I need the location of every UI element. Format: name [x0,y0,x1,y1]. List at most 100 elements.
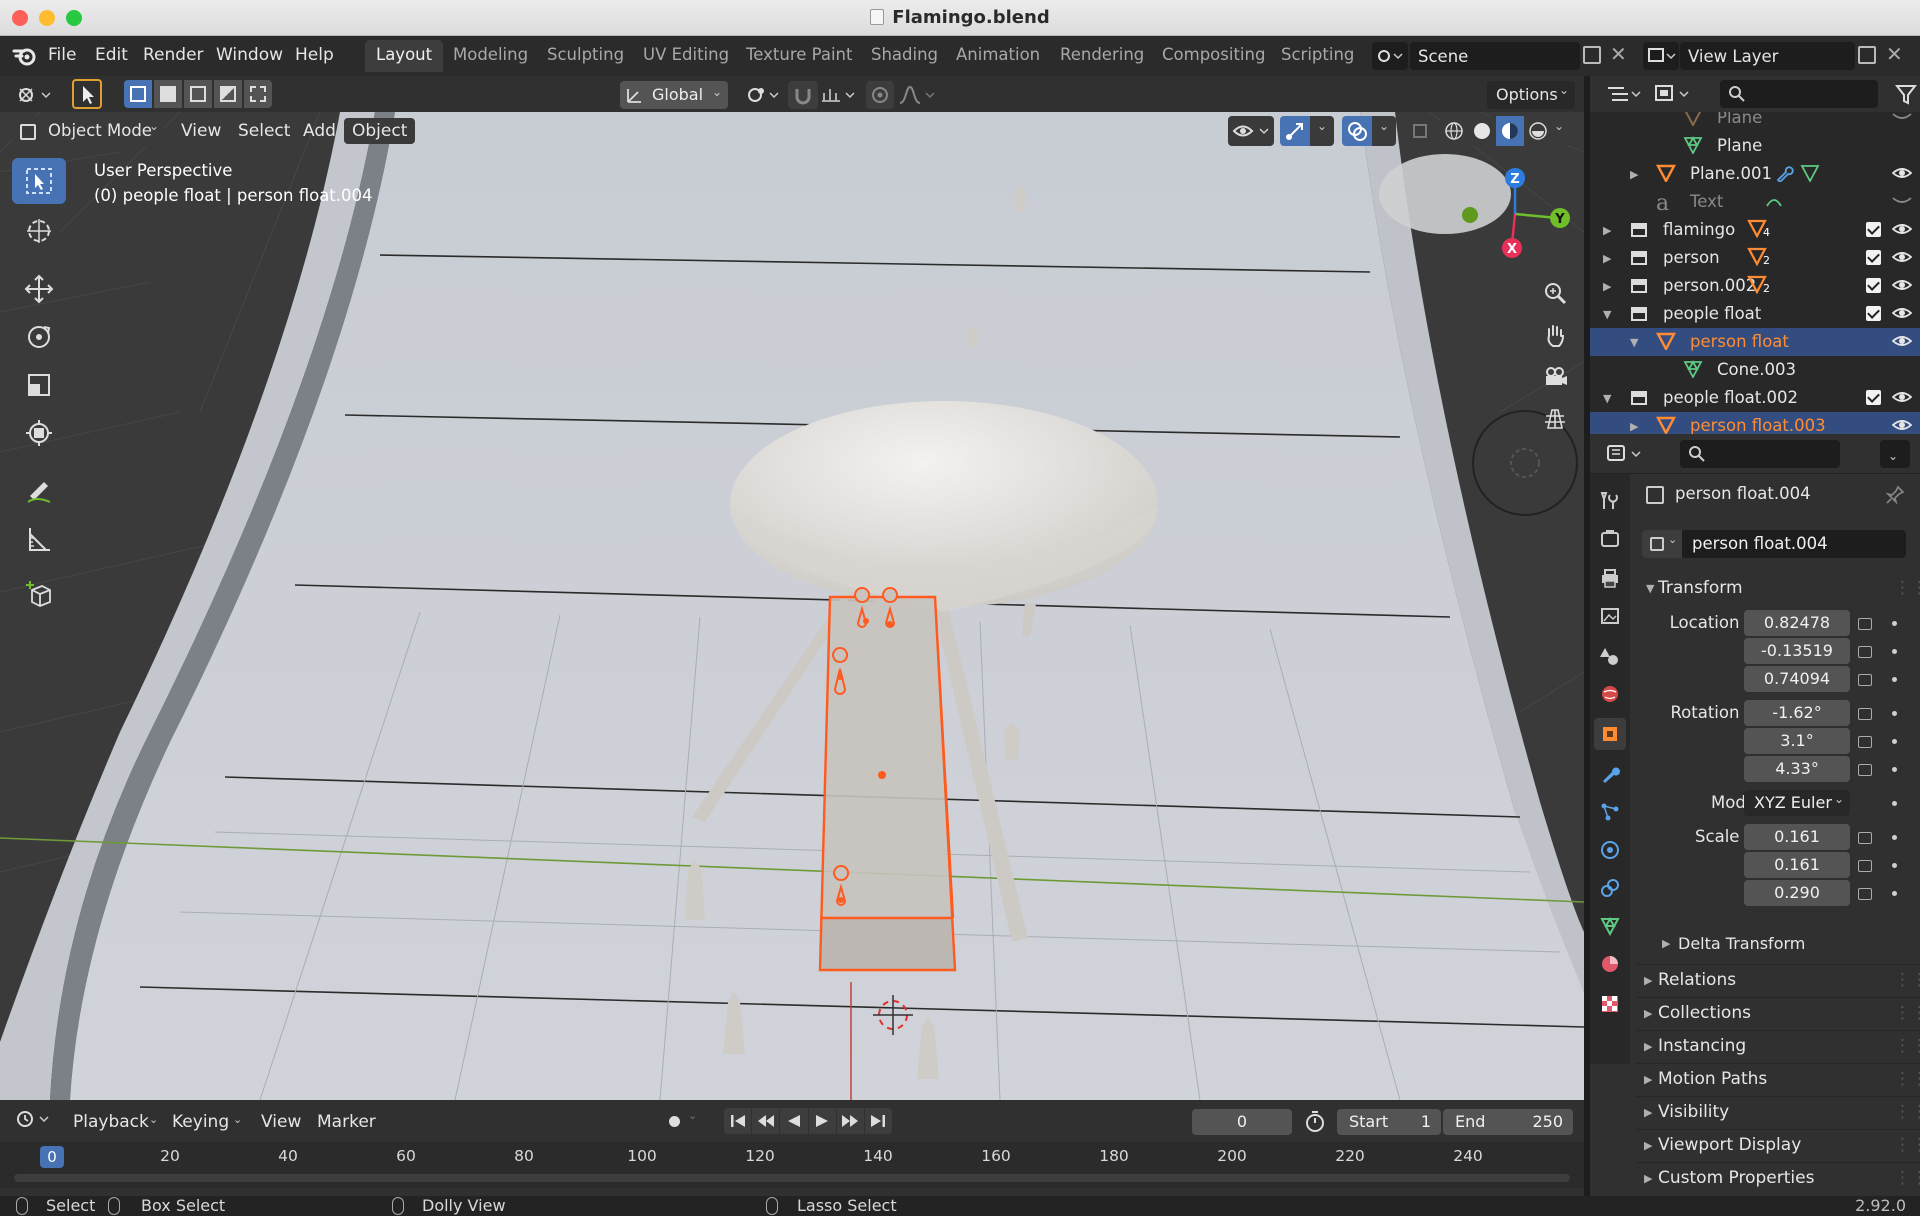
rotation-x-field[interactable]: -1.62° [1744,700,1850,726]
visibility-dropdown[interactable] [1228,116,1274,146]
select-extend-button[interactable] [154,80,182,108]
keyframe-dot-icon[interactable] [1892,677,1897,682]
zoom-view-button[interactable] [1535,273,1575,313]
lock-icon[interactable] [1858,888,1872,900]
lock-icon[interactable] [1858,764,1872,776]
delta-transform-subpanel[interactable]: ▶ Delta Transform [1658,930,1920,958]
lock-icon[interactable] [1858,860,1872,872]
3d-viewport[interactable]: Z Y X Object Mode ⌄ View Select Add Obje… [0,112,1584,1100]
outliner-row[interactable]: Cone.003 [1590,356,1920,384]
expanded-triangle-icon[interactable]: ▶ [1630,420,1638,433]
timeline-playback-menu[interactable]: Playback [65,1109,157,1135]
exclude-checkbox[interactable] [1866,306,1881,321]
outliner-row[interactable]: ▶ flamingo 4 [1590,216,1920,244]
select-difference-button[interactable] [214,80,242,108]
prev-keyframe-button[interactable] [752,1108,780,1134]
tab-output[interactable] [1594,562,1626,594]
scale-tool[interactable] [12,362,66,408]
wireframe-shading-button[interactable] [1440,116,1468,146]
pin-icon[interactable] [1884,484,1906,506]
drag-handle-icon[interactable]: ⋮⋮ [1894,1135,1920,1155]
object-mode-dropdown[interactable]: Object Mode ⌄ [12,116,164,146]
tab-rendering[interactable]: Rendering [1049,40,1155,72]
proportional-editing-toggle[interactable] [866,81,894,109]
transform-tool[interactable] [12,410,66,456]
active-tool-button[interactable] [72,79,102,109]
drag-handle-icon[interactable]: ⋮⋮ [1894,1102,1920,1122]
gizmo-options-dropdown[interactable]: ⌄ [1310,116,1334,146]
remove-view-layer-icon[interactable]: ✕ [1886,42,1903,66]
drag-handle-icon[interactable]: ⋮⋮ [1894,1069,1920,1089]
lock-icon[interactable] [1858,618,1872,630]
snap-target-dropdown[interactable] [818,81,858,109]
tab-texture-paint[interactable]: Texture Paint [735,40,863,72]
transform-orientation-dropdown[interactable]: Global ⌄ [620,81,728,109]
tab-material[interactable] [1594,948,1626,980]
keyframe-dot-icon[interactable] [1892,739,1897,744]
tab-view-layer[interactable] [1594,600,1626,632]
outliner-row[interactable]: Plane [1590,132,1920,160]
outliner-row[interactable]: ▼ people float.002 [1590,384,1920,412]
rotation-y-field[interactable]: 3.1° [1744,728,1850,754]
display-mode-dropdown[interactable] [1652,80,1694,108]
location-z-field[interactable]: 0.74094 [1744,666,1850,692]
tab-object[interactable] [1594,718,1626,750]
panel-collections[interactable]: ▶ Collections ⋮⋮ [1636,997,1920,1029]
tab-layout[interactable]: Layout [365,40,444,72]
play-button[interactable] [808,1108,836,1134]
solid-shading-button[interactable] [1468,116,1496,146]
outliner-row[interactable]: Plane [1590,112,1920,132]
select-box-tool[interactable] [12,158,66,204]
collapsed-triangle-icon[interactable]: ▶ [1603,252,1611,265]
current-frame-marker[interactable]: 0 [40,1146,64,1168]
tab-uv-editing[interactable]: UV Editing [632,40,740,72]
properties-editor-type-button[interactable] [1604,440,1646,468]
jump-end-button[interactable] [864,1108,893,1134]
outliner-row[interactable]: a Text [1590,188,1920,216]
panel-motion-paths[interactable]: ▶ Motion Paths ⋮⋮ [1636,1063,1920,1095]
select-new-button[interactable] [124,80,152,108]
exclude-checkbox[interactable] [1866,390,1881,405]
lock-icon[interactable] [1858,708,1872,720]
exclude-checkbox[interactable] [1866,250,1881,265]
drag-handle-icon[interactable]: ⋮⋮ [1894,1003,1920,1023]
tab-texture[interactable] [1594,988,1626,1020]
select-intersect-button[interactable] [244,80,272,108]
timeline-view-menu[interactable]: View [253,1109,309,1135]
start-frame-field[interactable]: Start 1 [1337,1109,1441,1135]
drag-handle-icon[interactable]: ⋮⋮ [1894,1036,1920,1056]
expanded-triangle-icon[interactable]: ▼ [1630,336,1638,349]
tab-object-data[interactable] [1594,910,1626,942]
xray-toggle[interactable] [1408,116,1434,146]
location-x-field[interactable]: 0.82478 [1744,610,1850,636]
tab-physics[interactable] [1594,834,1626,866]
viewport-menu-select[interactable]: Select [230,118,298,144]
rotation-z-field[interactable]: 4.33° [1744,756,1850,782]
gizmo-toggle[interactable] [1280,116,1310,146]
tab-scripting[interactable]: Scripting [1270,40,1365,72]
tab-modeling[interactable]: Modeling [442,40,539,72]
pan-view-button[interactable] [1535,315,1575,355]
properties-options-dropdown[interactable]: ⌄ [1880,440,1910,468]
tab-compositing[interactable]: Compositing [1151,40,1276,72]
outliner-row[interactable]: ▶ Plane.001 [1590,160,1920,188]
keyframe-dot-icon[interactable] [1892,649,1897,654]
timeline-keying-menu[interactable]: Keying [164,1109,237,1135]
panel-visibility[interactable]: ▶ Visibility ⋮⋮ [1636,1096,1920,1128]
eye-visibility-icon[interactable] [1891,389,1913,409]
mesh-data-icon[interactable] [1800,164,1820,186]
select-subtract-button[interactable] [184,80,212,108]
move-tool[interactable] [12,266,66,312]
outliner-row[interactable]: ▶ person.002 2 [1590,272,1920,300]
viewport-menu-object[interactable]: Object [344,118,416,144]
exclude-checkbox[interactable] [1866,222,1881,237]
scale-y-field[interactable]: 0.161 [1744,852,1850,878]
drag-handle-icon[interactable]: ⋮⋮ [1894,578,1920,598]
outliner-row[interactable]: ▶ person float.003 [1590,412,1920,434]
shading-options-dropdown[interactable]: ⌄ [1552,116,1568,146]
keyframe-dot-icon[interactable] [1892,835,1897,840]
editor-type-button[interactable] [12,81,56,109]
collapsed-triangle-icon[interactable]: ▶ [1603,280,1611,293]
new-view-layer-icon[interactable] [1858,46,1876,64]
eye-visibility-icon[interactable] [1891,333,1913,353]
